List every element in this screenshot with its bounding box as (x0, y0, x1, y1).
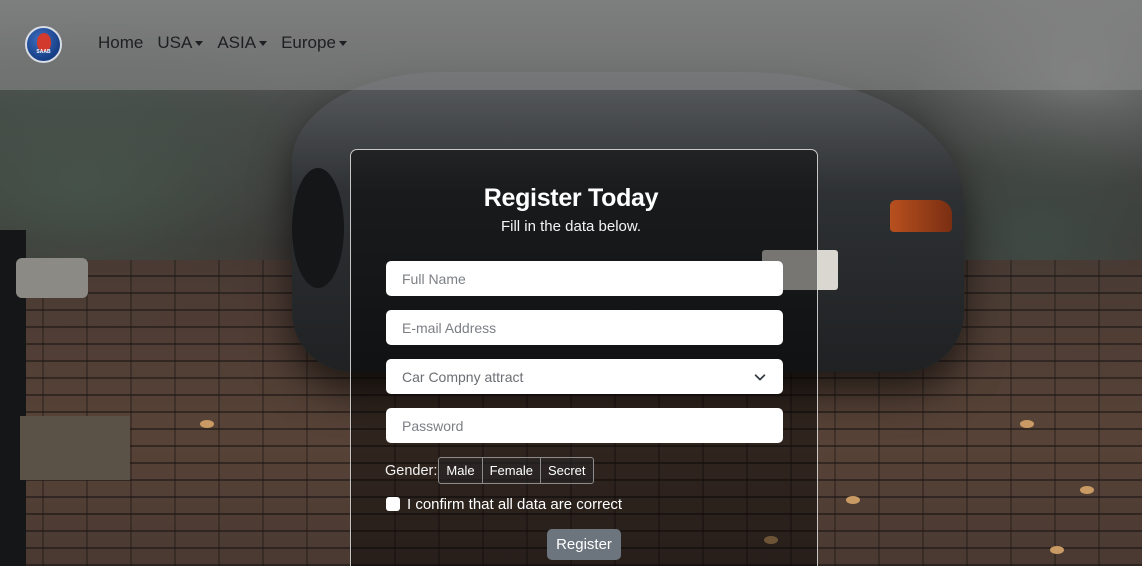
fallen-leaf (1020, 420, 1034, 428)
fallen-leaf (200, 420, 214, 428)
gender-label: Gender: (385, 462, 438, 479)
full-name-input[interactable] (386, 261, 783, 296)
email-input[interactable] (386, 310, 783, 345)
nav-item-usa-dropdown[interactable]: USA (157, 33, 204, 53)
confirm-row: I confirm that all data are correct (386, 495, 622, 513)
nav-item-asia-dropdown[interactable]: ASIA (217, 33, 268, 53)
fallen-leaf (1050, 546, 1064, 554)
nav-item-label: Home (98, 33, 144, 52)
chevron-down-icon (754, 373, 766, 380)
confirm-label: I confirm that all data are correct (407, 495, 623, 513)
nav-item-label: ASIA (217, 33, 257, 52)
caret-down-icon (259, 40, 268, 46)
brand-text: SAAB (36, 49, 51, 55)
saab-logo[interactable]: SAAB (25, 26, 62, 63)
nav-menu: Home USA ASIA Europe (98, 33, 347, 53)
planter-pot (16, 258, 88, 298)
car-company-select[interactable]: Car Compny attract (386, 359, 783, 394)
confirm-checkbox[interactable] (386, 497, 400, 511)
caret-down-icon (338, 40, 347, 46)
nav-item-home[interactable]: Home (98, 33, 143, 53)
password-input[interactable] (386, 408, 783, 443)
gender-female-button[interactable]: Female (481, 457, 541, 484)
stone-step (20, 416, 130, 480)
nav-item-europe-dropdown[interactable]: Europe (281, 33, 347, 53)
gender-row: Gender: Male Female Secret (385, 457, 594, 484)
caret-down-icon (195, 40, 204, 46)
fallen-leaf (1080, 486, 1094, 494)
nav-item-label: USA (157, 33, 193, 52)
navbar: SAAB Home USA ASIA Europe (0, 0, 1142, 90)
gender-male-button[interactable]: Male (438, 457, 483, 484)
car-company-select-value: Car Compny attract (402, 368, 524, 385)
register-button[interactable]: Register (547, 529, 621, 560)
gender-secret-button[interactable]: Secret (539, 457, 594, 484)
nav-item-label: Europe (281, 33, 336, 52)
form-title: Register Today (483, 184, 659, 212)
fallen-leaf (846, 496, 860, 504)
gender-button-group: Male Female Secret (438, 457, 594, 484)
form-subtitle: Fill in the data below. (500, 218, 642, 235)
